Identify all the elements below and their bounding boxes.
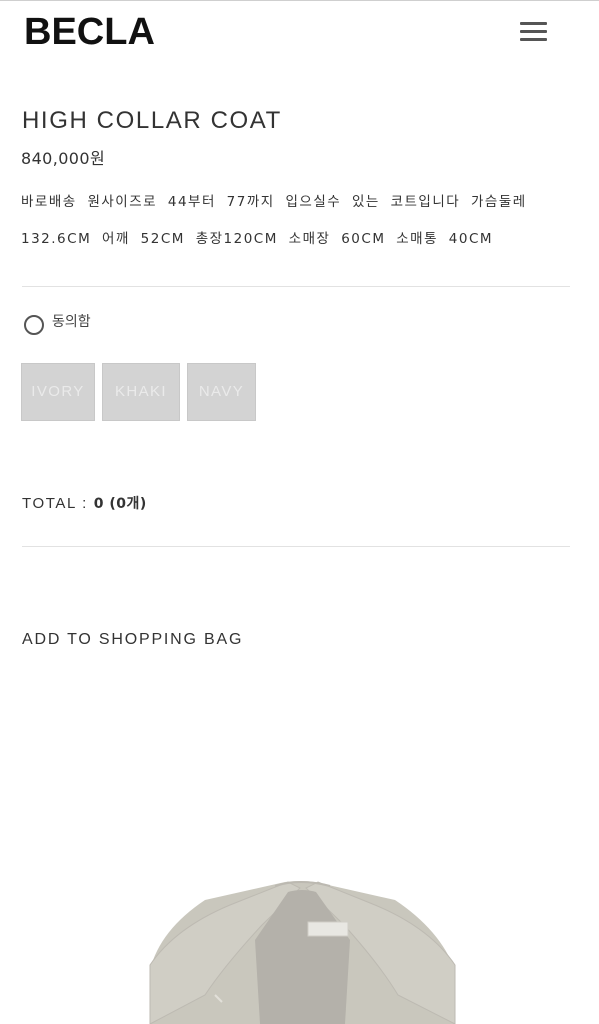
radio-circle-icon[interactable] (24, 315, 44, 335)
product-price: 840,000원 (21, 149, 106, 168)
menu-line (520, 38, 547, 41)
menu-line (520, 22, 547, 25)
coat-label-tag (307, 921, 349, 937)
hamburger-menu-icon[interactable] (518, 20, 550, 44)
option-khaki-button[interactable]: KHAKI (102, 363, 180, 421)
menu-line (520, 30, 547, 33)
total-summary: TOTAL : 0 (0개) (22, 494, 147, 514)
option-ivory-button[interactable]: IVORY (21, 363, 95, 421)
product-page: BECLA HIGH COLLAR COAT 840,000원 바로배송 원사이… (0, 0, 599, 1024)
option-navy-button[interactable]: NAVY (187, 363, 256, 421)
product-title: HIGH COLLAR COAT (22, 107, 282, 134)
header: BECLA (0, 0, 599, 64)
product-image (149, 881, 456, 1024)
description-line: 바로배송 원사이즈로 44부터 77까지 입으실수 있는 코트입니다 가슴둘레 (21, 194, 527, 210)
total-value: 0 (0개) (93, 496, 147, 512)
divider (22, 546, 570, 547)
agree-label: 동의함 (52, 314, 91, 330)
add-to-bag-button[interactable]: ADD TO SHOPPING BAG (22, 630, 243, 650)
description-line: 132.6CM 어깨 52CM 총장120CM 소매장 60CM 소매통 40C… (21, 231, 494, 247)
total-label: TOTAL : (22, 495, 94, 512)
divider (22, 286, 570, 287)
brand-logo[interactable]: BECLA (24, 10, 155, 54)
product-description: 바로배송 원사이즈로 44부터 77까지 입으실수 있는 코트입니다 가슴둘레 … (21, 184, 581, 258)
